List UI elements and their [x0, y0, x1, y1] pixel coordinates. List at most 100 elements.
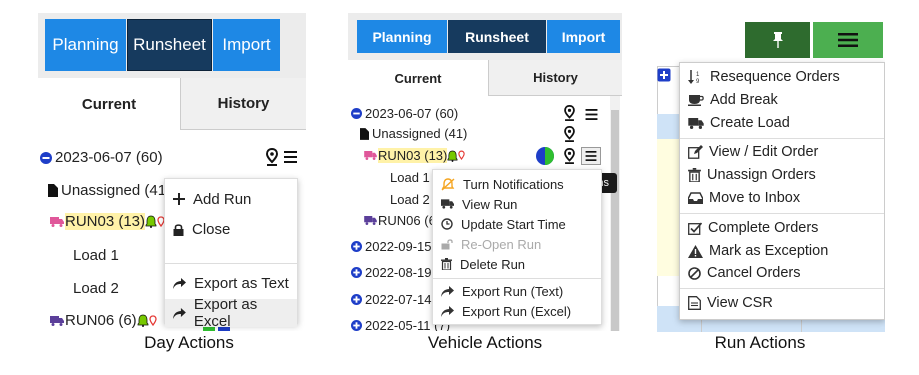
expand-icon[interactable]	[351, 241, 362, 252]
menu-divider	[433, 278, 601, 279]
map-pin-icon[interactable]	[564, 105, 575, 121]
export-text-label: Export as Text	[194, 274, 289, 292]
coffee-cup-icon	[688, 95, 704, 106]
expand-icon[interactable]	[351, 320, 362, 331]
add-run-item[interactable]: Add Run	[165, 185, 297, 213]
unassigned-row[interactable]: Unassigned (41)	[48, 182, 171, 199]
date-label: 2023-06-07 (60)	[55, 149, 163, 166]
menu-divider	[165, 263, 297, 264]
turn-notifications-item[interactable]: Turn Notifications	[433, 174, 601, 194]
svg-text:1: 1	[696, 72, 700, 78]
import-button[interactable]: Import	[547, 20, 620, 53]
day-actions-caption: Day Actions	[144, 333, 234, 352]
tab-current[interactable]: Current	[348, 60, 488, 96]
run06-row[interactable]: RUN06 (6)	[50, 312, 157, 329]
reopen-run-label: Re-Open Run	[461, 236, 542, 252]
view-edit-order-item[interactable]: View / Edit Order	[680, 141, 884, 163]
move-to-inbox-item[interactable]: Move to Inbox	[680, 187, 884, 209]
date-row[interactable]: 2023-06-07 (60)	[351, 106, 458, 121]
run-actions-panel: 19 Resequence Orders Add Break Create Lo…	[655, 20, 885, 332]
date-row[interactable]: 2023-06-07 (60)	[40, 149, 163, 166]
load2-row[interactable]: Load 2	[390, 192, 430, 207]
mark-as-exception-item[interactable]: Mark as Exception	[680, 240, 884, 262]
export-text-item[interactable]: Export as Text	[165, 269, 297, 297]
bell-icon	[137, 314, 149, 327]
export-excel-label: Export as Excel	[193, 296, 258, 330]
pin-button[interactable]	[745, 22, 810, 58]
close-item[interactable]: Close	[165, 215, 297, 243]
actions-button[interactable]	[581, 147, 601, 165]
map-pin-icon[interactable]	[266, 148, 278, 166]
collapse-icon[interactable]	[351, 108, 362, 119]
run06-row[interactable]: RUN06 (6	[364, 213, 436, 228]
export-run-excel-item[interactable]: Export Run (Excel)	[433, 301, 601, 321]
cancel-orders-item[interactable]: Cancel Orders	[680, 262, 884, 284]
menu-divider	[680, 288, 884, 289]
runsheet-button[interactable]: Runsheet	[448, 20, 546, 53]
export-run-text-label: Export Run (Text)	[462, 283, 564, 299]
truck-icon	[50, 216, 64, 227]
date-row[interactable]: 2022-07-14	[351, 292, 432, 307]
load2-row[interactable]: Load 2	[73, 280, 119, 297]
vehicle-actions-caption: Vehicle Actions	[427, 333, 543, 352]
run03-row[interactable]: RUN03 (13)	[50, 213, 165, 230]
expand-icon[interactable]	[351, 267, 362, 278]
create-load-item[interactable]: Create Load	[680, 112, 884, 134]
share-arrow-icon	[441, 305, 454, 317]
map-pin-icon[interactable]	[564, 126, 575, 142]
import-button[interactable]: Import	[213, 19, 280, 71]
edit-icon	[688, 145, 703, 159]
tab-history[interactable]: History	[488, 60, 622, 96]
bell-slash-icon	[441, 177, 455, 191]
add-break-item[interactable]: Add Break	[680, 89, 884, 111]
expand-icon[interactable]	[351, 294, 362, 305]
load1-row[interactable]: Load 1	[390, 170, 430, 185]
lock-icon	[173, 223, 184, 236]
date-row[interactable]: 2022-09-15	[351, 239, 432, 254]
date-label: 2022-08-19	[365, 265, 432, 280]
truck-icon	[50, 315, 64, 326]
reopen-run-item[interactable]: Re-Open Run	[433, 234, 601, 254]
scrollbar-thumb[interactable]	[611, 110, 619, 331]
ban-icon	[688, 266, 701, 280]
complete-orders-item[interactable]: Complete Orders	[680, 217, 884, 239]
date-label: 2023-06-07 (60)	[365, 106, 459, 121]
runsheet-button[interactable]: Runsheet	[127, 19, 212, 71]
thumbtack-icon	[772, 32, 783, 48]
planning-button[interactable]: Planning	[357, 20, 447, 53]
menu-button[interactable]	[813, 22, 883, 58]
collapse-icon[interactable]	[40, 151, 52, 164]
day-actions-panel: Planning Runsheet Import Current History…	[38, 13, 306, 331]
expand-icon[interactable]	[657, 68, 671, 82]
unassigned-row[interactable]: Unassigned (41)	[360, 126, 467, 141]
delete-run-item[interactable]: Delete Run	[433, 254, 601, 274]
resequence-orders-item[interactable]: 19 Resequence Orders	[680, 66, 884, 88]
unlock-icon	[441, 238, 453, 249]
hamburger-menu-icon[interactable]	[585, 109, 598, 120]
export-excel-item[interactable]: Export as Excel	[165, 296, 297, 330]
delete-run-label: Delete Run	[460, 256, 526, 272]
vehicle-actions-panel: Planning Runsheet Import Current History…	[348, 13, 622, 331]
location-marker-icon	[149, 314, 157, 326]
tab-current[interactable]: Current	[38, 78, 180, 130]
planning-button[interactable]: Planning	[45, 19, 126, 71]
map-pin-icon[interactable]	[564, 148, 575, 164]
load2-label: Load 2	[73, 280, 119, 297]
hamburger-menu-icon[interactable]	[284, 151, 297, 163]
run03-row[interactable]: RUN03 (13)	[364, 148, 466, 163]
scrollbar[interactable]	[610, 96, 620, 331]
date-row[interactable]: 2022-08-19	[351, 265, 432, 280]
run06-label: RUN06 (6)	[65, 312, 137, 329]
turn-notifications-label: Turn Notifications	[463, 176, 564, 192]
view-edit-order-label: View / Edit Order	[709, 144, 819, 160]
tab-history[interactable]: History	[180, 78, 306, 130]
inbox-icon	[688, 192, 703, 204]
truck-icon	[364, 151, 377, 160]
unassign-orders-item[interactable]: Unassign Orders	[680, 164, 884, 186]
view-csr-item[interactable]: View CSR	[680, 292, 884, 314]
view-run-item[interactable]: View Run	[433, 194, 601, 214]
load1-row[interactable]: Load 1	[73, 247, 119, 264]
move-to-inbox-label: Move to Inbox	[709, 190, 801, 206]
export-run-text-item[interactable]: Export Run (Text)	[433, 281, 601, 301]
update-start-time-item[interactable]: Update Start Time	[433, 214, 601, 234]
